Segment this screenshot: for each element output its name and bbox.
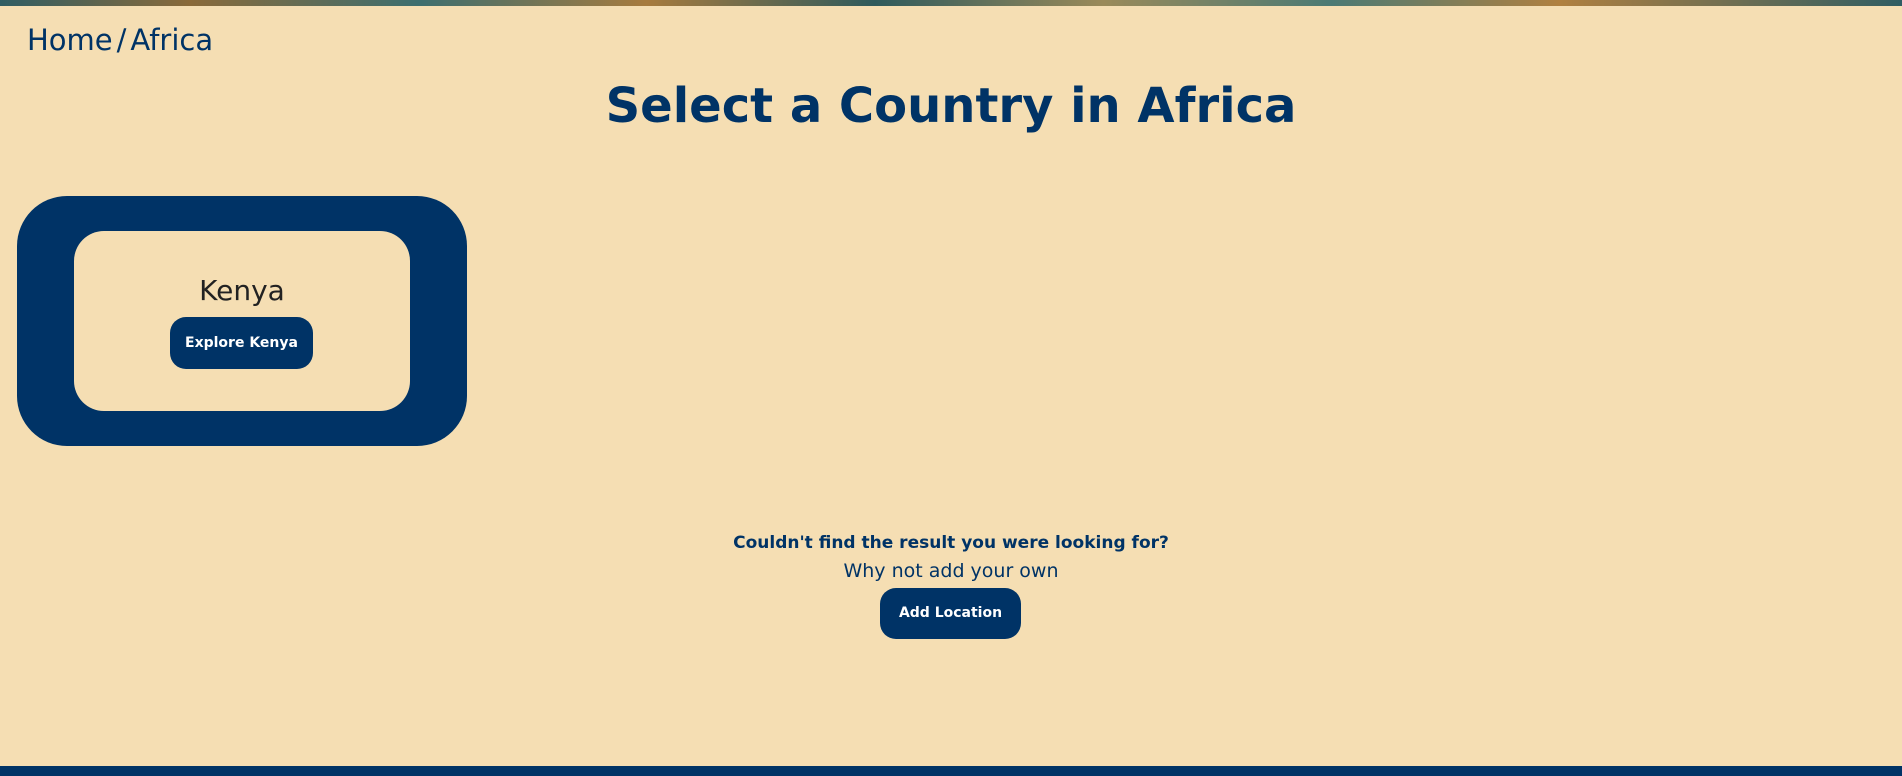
not-found-question: Couldn't find the result you were lookin…	[733, 533, 1169, 553]
country-card-kenya: Kenya Explore Kenya	[17, 196, 467, 446]
breadcrumb: Home / Africa	[27, 20, 213, 60]
page-title: Select a Country in Africa	[605, 78, 1297, 134]
add-location-button[interactable]: Add Location	[880, 588, 1021, 639]
country-name: Kenya	[199, 274, 285, 307]
add-your-own-prompt: Why not add your own	[843, 560, 1059, 582]
header-banner-image	[0, 0, 1902, 6]
footer-bar	[0, 766, 1902, 776]
breadcrumb-home-link[interactable]: Home	[27, 23, 113, 57]
breadcrumb-current-africa[interactable]: Africa	[130, 23, 213, 57]
country-card-inner: Kenya Explore Kenya	[74, 231, 410, 411]
breadcrumb-separator: /	[116, 23, 127, 57]
explore-kenya-button[interactable]: Explore Kenya	[170, 317, 313, 369]
